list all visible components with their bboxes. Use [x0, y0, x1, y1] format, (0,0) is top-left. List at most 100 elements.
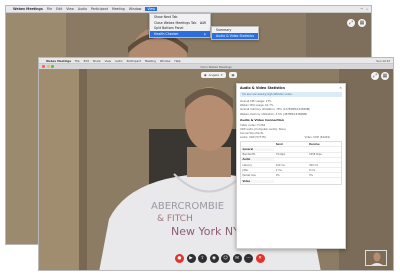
hd-video-banner: You are now viewing high-definition vide… — [240, 92, 342, 98]
table-row: Video — [241, 178, 341, 183]
chat-button[interactable]: ✉ — [232, 254, 242, 263]
table-header: Receive — [309, 142, 320, 146]
table-cell: 300 ms — [309, 163, 319, 167]
record-button[interactable]: ◉ — [209, 254, 219, 263]
wifi-icon[interactable]: ◠ — [360, 7, 363, 11]
view-menu-dropdown: Show Next Tab Close Webex Meetings Tab ⌘W… — [149, 13, 211, 39]
table-cell: Latency — [242, 163, 252, 167]
table-cell: 8 ms — [309, 168, 316, 172]
video-camera-icon: ▶ — [189, 256, 193, 261]
chat-icon: ✉ — [235, 256, 239, 261]
table-cell: General — [241, 147, 275, 151]
front-status-tray: Sun 12:13 — [376, 59, 390, 63]
back-fullscreen-icon[interactable]: ⤢ — [347, 19, 355, 27]
menu-app-name[interactable]: Webex Meetings — [13, 7, 43, 11]
speaker-name: Angela — [208, 73, 220, 77]
svg-text:& FITCH: & FITCH — [157, 214, 193, 224]
back-status-tray: ◠ ⌕ — [360, 7, 368, 11]
menu-participant[interactable]: Participant — [91, 7, 108, 11]
connection-section-title: Audio & Video Connection — [240, 118, 284, 123]
menu-item-label: Audio & Video Statistics — [216, 33, 255, 38]
more-icon: ⋯ — [246, 256, 251, 261]
share-button[interactable]: ⇪ — [198, 254, 207, 263]
back-menubar: Webex Meetings File Edit View Audio Part… — [6, 6, 371, 13]
table-cell: 100 ms — [275, 163, 285, 167]
menubar-clock[interactable]: Sun 12:13 — [376, 59, 390, 63]
video-port: Video: UDP (54449) — [304, 136, 330, 140]
menu-item-label: Split Bottom Panel — [154, 26, 184, 31]
panel-header: Audio & Video Statistics ✕ — [237, 84, 345, 92]
front-window: Webex Meetings File Edit Share View Audi… — [38, 57, 394, 271]
speaker-icon: ◉ — [204, 73, 207, 77]
window-title: Cisco Webex Meetings — [200, 64, 232, 69]
menu-item-label: Health Checker — [154, 32, 179, 37]
menu-item-label: Summary — [216, 27, 232, 32]
menu-item-health-checker[interactable]: Health Checker ▸ — [150, 31, 210, 38]
menu-meeting[interactable]: Meeting — [145, 59, 156, 63]
end-meeting-button[interactable]: ✕ — [255, 254, 265, 263]
stats-table: Send Receive General Bandwidth 79 kbps 165… — [240, 141, 342, 185]
table-cell: 0% — [275, 173, 280, 177]
stop-video-button[interactable]: ▶ — [186, 254, 196, 263]
participants-icon: ☺ — [223, 256, 228, 261]
table-cell: 1658 kbps — [309, 153, 322, 157]
audio-port: Audio: UDP (57778) — [240, 136, 266, 140]
menu-share[interactable]: Share — [93, 59, 101, 63]
menu-window[interactable]: Window — [129, 7, 142, 11]
table-header: Send — [275, 142, 283, 146]
menu-app-name[interactable]: Webex Meetings — [46, 59, 71, 63]
menu-item-label: Close Webex Meetings Tab — [154, 20, 197, 25]
table-cell: 0% — [309, 173, 313, 177]
record-icon: ◉ — [212, 256, 216, 261]
close-icon: ✕ — [258, 256, 262, 261]
table-cell: Bandwidth — [242, 153, 256, 157]
self-view-video — [366, 251, 386, 265]
conn-ports-row: Audio: UDP (57778) Video: UDP (54449) — [237, 135, 345, 139]
menu-view-1[interactable]: View — [66, 7, 74, 11]
submenu-item-av-statistics[interactable]: Audio & Video Statistics — [212, 32, 258, 39]
menu-item-shortcut: ⌘W — [199, 20, 206, 25]
table-cell: 2 ms — [275, 168, 282, 172]
menu-audio[interactable]: Audio — [78, 7, 87, 11]
menu-edit[interactable]: Edit — [56, 7, 62, 11]
grid-icon: ▦ — [231, 73, 235, 77]
layout-pill[interactable]: ▦ — [228, 72, 238, 78]
menu-audio[interactable]: Audio — [115, 59, 123, 63]
menu-meeting[interactable]: Meeting — [112, 7, 125, 11]
meeting-controls: ● ▶ ⇪ ◉ ☺ ✉ ⋯ ✕ — [175, 254, 265, 263]
menu-window[interactable]: Window — [160, 59, 171, 63]
svg-text:ABERCROMBIE: ABERCROMBIE — [151, 201, 224, 212]
av-statistics-panel: Audio & Video Statistics ✕ You are now v… — [236, 83, 346, 249]
fullscreen-icon[interactable]: ⤢ — [371, 72, 379, 80]
menu-view[interactable]: View — [105, 59, 111, 63]
table-cell: Jitter — [242, 168, 249, 172]
table-cell: Video — [241, 179, 275, 183]
back-layout-icon[interactable]: ▦ — [358, 19, 366, 27]
menu-participant[interactable]: Participant — [127, 59, 141, 63]
layout-icon[interactable]: ▦ — [381, 72, 389, 80]
table-cell: Packet loss — [242, 173, 256, 177]
panel-title: Audio & Video Statistics — [240, 86, 285, 90]
participants-button[interactable]: ☺ — [221, 254, 230, 263]
microphone-muted-icon: ● — [177, 256, 182, 261]
health-checker-submenu: Summary Audio & Video Statistics — [211, 26, 259, 40]
menu-file[interactable]: File — [75, 59, 80, 63]
menu-item-label: Show Next Tab — [154, 14, 178, 19]
meeting-top-bar: ◉ Angela ▾ ▦ — [201, 72, 238, 78]
search-icon[interactable]: ⌕ — [366, 7, 368, 11]
svg-text:New York NY: New York NY — [171, 225, 240, 238]
menu-file[interactable]: File — [47, 7, 52, 11]
menu-help[interactable]: Help — [174, 59, 180, 63]
more-options-button[interactable]: ⋯ — [244, 254, 253, 263]
table-cell: Audio — [241, 158, 275, 162]
chevron-down-icon: ▾ — [221, 73, 223, 77]
mute-button[interactable]: ● — [175, 254, 184, 263]
front-video-scene: ABERCROMBIE & FITCH New York NY ◉ Angela… — [39, 69, 393, 270]
share-icon: ⇪ — [200, 256, 205, 261]
table-cell: 79 kbps — [275, 153, 286, 157]
close-icon[interactable]: ✕ — [339, 86, 342, 90]
menu-view-active[interactable]: View — [145, 7, 157, 11]
menu-edit[interactable]: Edit — [84, 59, 89, 63]
speaker-pill[interactable]: ◉ Angela ▾ — [201, 72, 226, 78]
self-view-thumbnail[interactable] — [365, 250, 387, 266]
